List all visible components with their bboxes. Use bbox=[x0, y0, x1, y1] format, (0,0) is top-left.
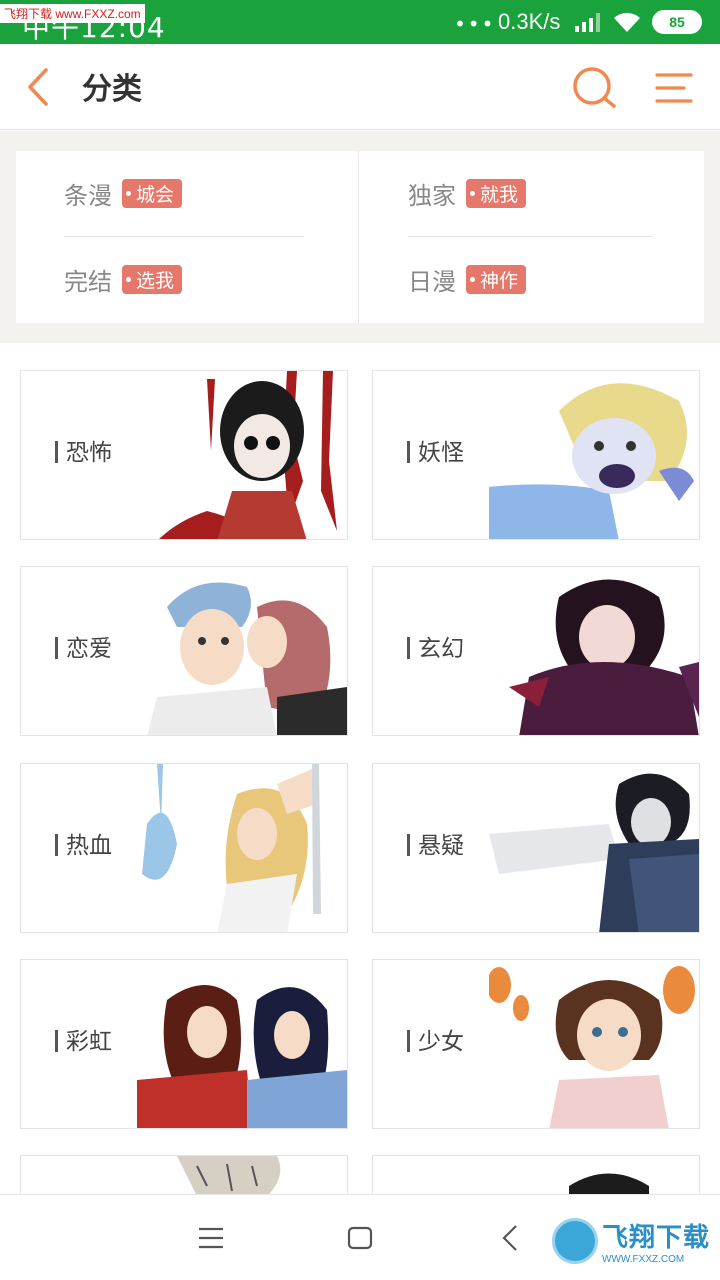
triangle-back-icon[interactable] bbox=[498, 1223, 522, 1253]
tag-badge: 神作 bbox=[466, 264, 527, 294]
tag-badge: 选我 bbox=[122, 264, 183, 294]
back-icon[interactable] bbox=[20, 64, 60, 110]
category-label: 玄幻 bbox=[407, 629, 464, 663]
tag-item-riman[interactable]: 日漫 神作 bbox=[408, 259, 527, 299]
tags-divider-right bbox=[408, 236, 652, 237]
watermark-main: 飞翔下载 bbox=[602, 1223, 711, 1253]
tag-label: 独家 bbox=[408, 181, 456, 210]
category-label: 少女 bbox=[407, 1022, 464, 1056]
xuanhuan-illustration bbox=[509, 579, 699, 735]
wifi-icon bbox=[614, 12, 640, 32]
category-label: 热血 bbox=[55, 826, 112, 860]
top-bar: 分类 bbox=[0, 44, 720, 130]
category-label: 妖怪 bbox=[407, 433, 464, 467]
watermark-sub: WWW.FXXZ.COM bbox=[602, 1254, 685, 1265]
yaoguai-illustration bbox=[489, 383, 694, 539]
category-card-yaoguai[interactable]: 妖怪 bbox=[372, 370, 700, 540]
menu-icon[interactable] bbox=[654, 70, 694, 106]
tag-item-wanjie[interactable]: 完结 选我 bbox=[64, 259, 183, 299]
category-label: 彩虹 bbox=[55, 1022, 112, 1056]
tag-label: 日漫 bbox=[408, 267, 456, 296]
net-speed: 0.3K/s bbox=[498, 9, 561, 34]
tags-divider-left bbox=[64, 236, 304, 237]
tag-badge: 就我 bbox=[466, 178, 527, 208]
xuanyi-illustration bbox=[489, 773, 699, 932]
status-bar: 中午12:04 飞翔下载 www.FXXZ.com ••• 0.3K/s 85 bbox=[0, 0, 720, 44]
category-card-rexue[interactable]: 热血 bbox=[20, 763, 348, 933]
page-title: 分类 bbox=[82, 72, 142, 107]
tags-divider-vertical bbox=[358, 151, 359, 323]
system-nav-bar: 飞翔下载 WWW.FXXZ.COM bbox=[0, 1194, 720, 1280]
square-home-icon[interactable] bbox=[346, 1225, 374, 1251]
watermark-logo: 飞翔下载 WWW.FXXZ.COM bbox=[552, 1213, 712, 1269]
tags-area: 条漫 城会 独家 就我 完结 选我 日漫 神作 bbox=[0, 131, 720, 343]
category-card-romance[interactable]: 恋爱 bbox=[20, 566, 348, 736]
tag-badge: 城会 bbox=[122, 178, 183, 208]
category-card-xuanyi[interactable]: 悬疑 bbox=[372, 763, 700, 933]
watermark-text: 飞翔下载 WWW.FXXZ.COM bbox=[602, 1217, 710, 1265]
search-icon[interactable] bbox=[570, 64, 618, 112]
tag-item-tiaoman[interactable]: 条漫 城会 bbox=[64, 173, 183, 213]
category-card-shaonv[interactable]: 少女 bbox=[372, 959, 700, 1129]
tags-card: 条漫 城会 独家 就我 完结 选我 日漫 神作 bbox=[16, 151, 704, 323]
notification-dots: ••• bbox=[454, 12, 496, 36]
tag-label: 条漫 bbox=[64, 181, 112, 210]
category-label: 恋爱 bbox=[55, 629, 112, 663]
horror-illustration bbox=[159, 371, 337, 539]
menu-icon[interactable] bbox=[196, 1225, 226, 1251]
romance-illustration bbox=[147, 582, 347, 735]
rainbow-illustration bbox=[137, 985, 347, 1128]
tag-label: 完结 bbox=[64, 267, 112, 296]
signal-icon bbox=[575, 13, 600, 32]
rexue-illustration bbox=[142, 764, 321, 932]
category-card-rainbow[interactable]: 彩虹 bbox=[20, 959, 348, 1129]
battery-indicator: 85 bbox=[652, 10, 702, 34]
category-label: 悬疑 bbox=[407, 826, 464, 860]
watermark-logo-icon bbox=[552, 1218, 598, 1264]
tag-item-dujia[interactable]: 独家 就我 bbox=[408, 173, 527, 213]
category-card-xuanhuan[interactable]: 玄幻 bbox=[372, 566, 700, 736]
watermark-top: 飞翔下载 www.FXXZ.com bbox=[0, 4, 145, 23]
category-label: 恐怖 bbox=[55, 433, 112, 467]
category-card-horror[interactable]: 恐怖 bbox=[20, 370, 348, 540]
shaonv-illustration bbox=[489, 966, 695, 1128]
